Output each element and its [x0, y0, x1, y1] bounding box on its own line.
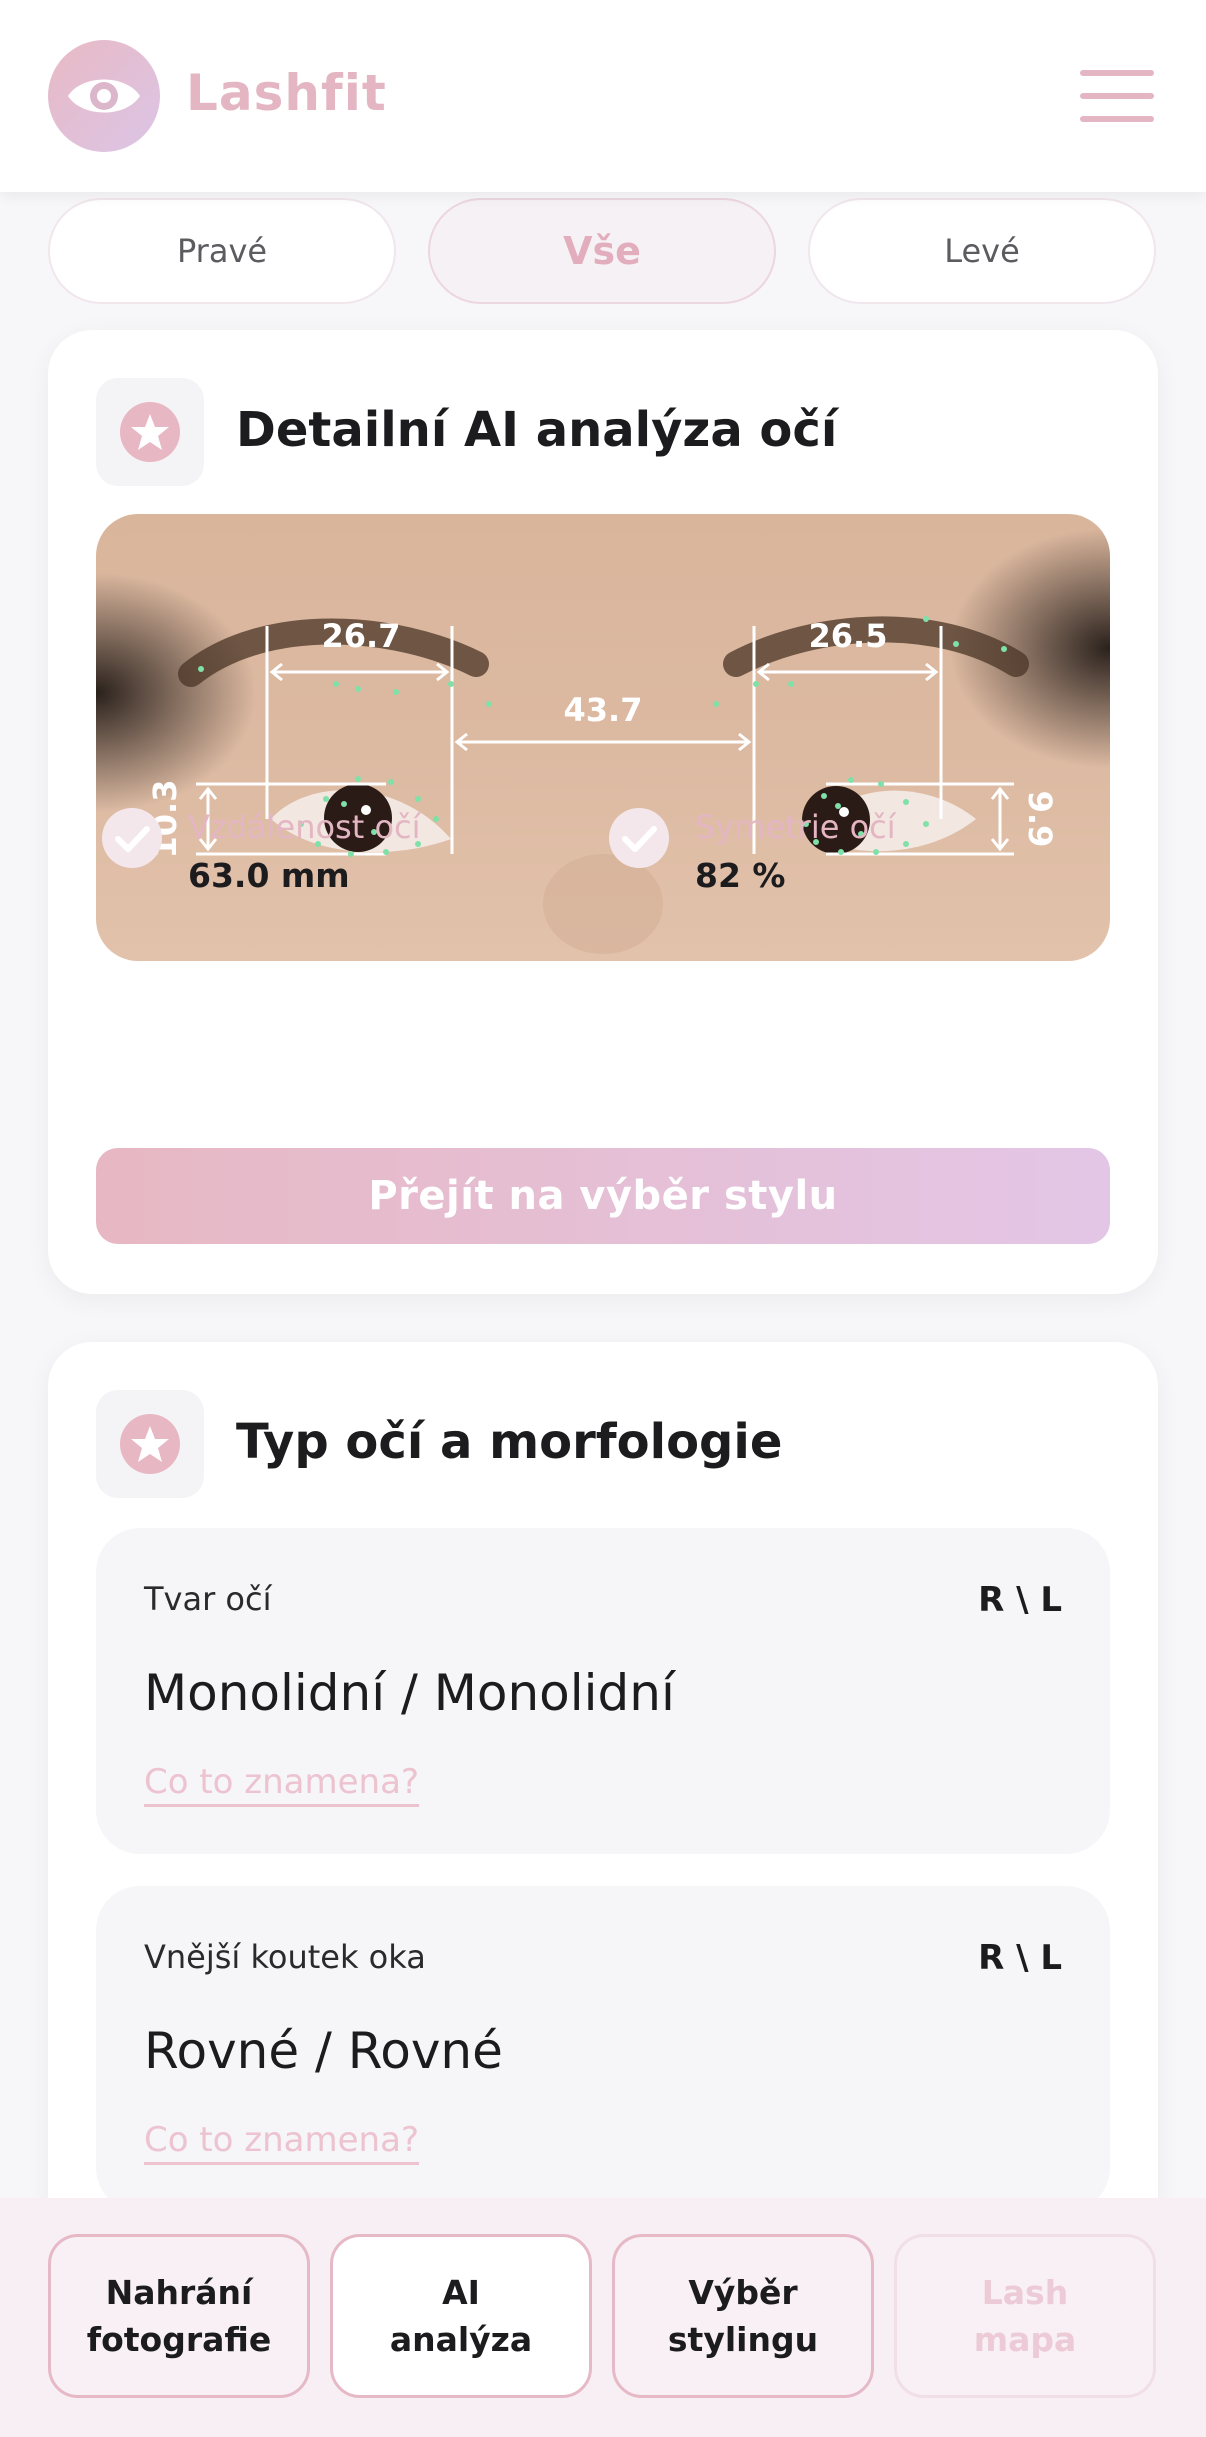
segment-right-eye[interactable]: Pravé [48, 198, 396, 304]
metric-value: 82 % [695, 856, 786, 895]
app-header: Lashfit [0, 0, 1206, 192]
side-indicator: R \ L [978, 1580, 1062, 1620]
right-eye-width-label: 26.5 [809, 617, 888, 655]
hamburger-menu-icon[interactable] [1080, 70, 1154, 122]
eye-icon [68, 79, 140, 113]
star-icon [120, 402, 180, 462]
panel-label: Tvar očí [144, 1580, 272, 1618]
panel-value: Monolidní / Monolidní [144, 1664, 675, 1722]
card-icon-box [96, 1390, 204, 1498]
nav-lash-map[interactable]: Lash mapa [894, 2234, 1156, 2398]
right-eye-height-label: 9.9 [1021, 791, 1059, 848]
what-does-it-mean-link[interactable]: Co to znamena? [144, 2120, 419, 2165]
what-does-it-mean-link[interactable]: Co to znamena? [144, 1762, 419, 1807]
eye-shape-panel: Tvar očí R \ L Monolidní / Monolidní Co … [96, 1528, 1110, 1854]
eye-distance-label: 43.7 [564, 691, 643, 729]
panel-value: Rovné / Rovné [144, 2022, 503, 2080]
check-icon [609, 808, 669, 868]
left-eye-width-label: 26.7 [322, 617, 401, 655]
nav-photo-upload[interactable]: Nahrání fotografie [48, 2234, 310, 2398]
nav-ai-analysis[interactable]: AI analýza [330, 2234, 592, 2398]
check-icon [102, 808, 162, 868]
side-indicator: R \ L [978, 1938, 1062, 1978]
segment-all[interactable]: Vše [428, 198, 776, 304]
metric-label: Symetrie očí [695, 808, 896, 846]
bottom-navigation: Nahrání fotografie AI analýza Výběr styling… [0, 2198, 1206, 2437]
eye-morphology-card: Typ očí a morfologie Tvar očí R \ L Mono… [48, 1342, 1158, 2242]
card-title: Typ očí a morfologie [236, 1414, 783, 1470]
card-title: Detailní AI analýza očí [236, 402, 838, 458]
go-to-style-selection-button[interactable]: Přejít na výběr stylu [96, 1148, 1110, 1244]
segment-left-eye[interactable]: Levé [808, 198, 1156, 304]
outer-corner-panel: Vnější koutek oka R \ L Rovné / Rovné Co… [96, 1886, 1110, 2212]
brand-name: Lashfit [186, 64, 387, 122]
metric-label: Vzdálenost očí [188, 808, 421, 846]
metric-value: 63.0 mm [188, 856, 350, 895]
logo [48, 40, 160, 152]
ai-analysis-card: Detailní AI analýza očí 26.7 26.5 43.7 1… [48, 330, 1158, 1294]
nav-styling-selection[interactable]: Výběr stylingu [612, 2234, 874, 2398]
card-icon-box [96, 378, 204, 486]
star-icon [120, 1414, 180, 1474]
panel-label: Vnější koutek oka [144, 1938, 426, 1976]
